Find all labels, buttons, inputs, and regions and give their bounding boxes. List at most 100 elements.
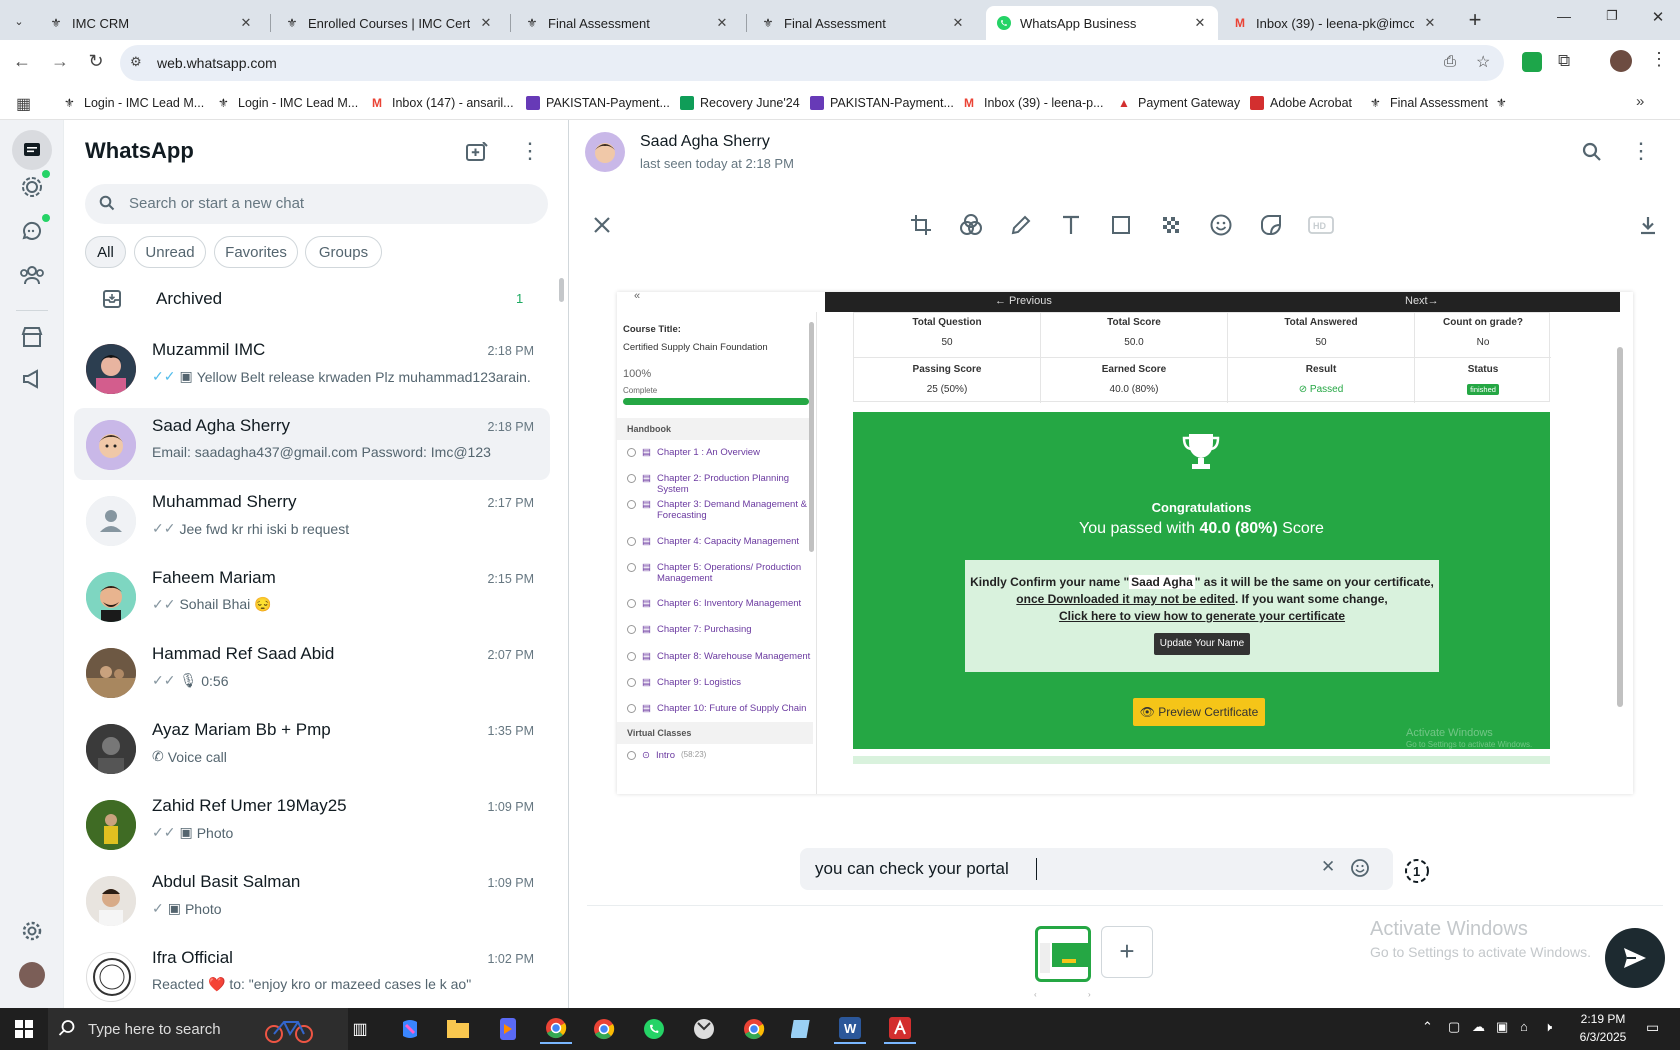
virtual-class-item[interactable]: ⊙ Intro (58:23) — [627, 750, 817, 761]
filter-favorites[interactable]: Favorites — [214, 236, 298, 268]
chapter-item[interactable]: ▤ Chapter 2: Production Planning System — [627, 473, 817, 495]
chapter-item[interactable]: ▤ Chapter 10: Future of Supply Chain — [627, 703, 817, 714]
copilot-icon[interactable] — [394, 1014, 426, 1044]
tab-final-assessment-1[interactable]: ⚜ Final Assessment ✕ — [514, 6, 740, 40]
sidebar-scrollbar[interactable] — [809, 322, 814, 552]
text-tool-icon[interactable] — [1056, 210, 1086, 240]
more-bookmarks-icon[interactable]: » — [1636, 93, 1644, 110]
whatsapp-icon[interactable] — [638, 1014, 670, 1044]
profile-avatar[interactable] — [19, 962, 45, 988]
chapter-item[interactable]: ▤ Chapter 1 : An Overview — [627, 447, 817, 458]
display-icon[interactable]: ▣ — [1496, 1019, 1508, 1035]
tray-chevron-icon[interactable]: ⌃ — [1422, 1019, 1433, 1035]
task-view-icon[interactable]: ▥ — [344, 1014, 376, 1044]
chapter-item[interactable]: ▤ Chapter 7: Purchasing — [627, 624, 817, 635]
next-link[interactable]: Next→ — [1405, 295, 1439, 307]
thumb-scroll-left-icon[interactable]: ‹ — [1034, 990, 1037, 999]
search-icon[interactable] — [1582, 142, 1602, 167]
advertise-megaphone-icon[interactable] — [17, 364, 47, 394]
new-tab-plus-icon[interactable]: + — [1462, 8, 1488, 34]
pencil-draw-icon[interactable] — [1006, 210, 1036, 240]
contact-avatar[interactable] — [585, 132, 625, 172]
channels-icon[interactable] — [17, 214, 50, 246]
send-button[interactable] — [1605, 928, 1665, 988]
tab-imc-crm[interactable]: ⚜ IMC CRM ✕ — [38, 6, 264, 40]
emoji-icon[interactable] — [1206, 210, 1236, 240]
certificate-howto-link[interactable]: Click here to view how to generate your … — [965, 609, 1439, 623]
bookmark-item[interactable]: PAKISTAN-Payment... — [810, 91, 954, 115]
preview-certificate-button[interactable]: 👁 Preview Certificate — [1133, 698, 1265, 726]
tray-icon[interactable]: ▢ — [1448, 1019, 1460, 1035]
bookmark-item[interactable]: ⚜ Login - IMC Lead M... — [64, 91, 204, 115]
menu-kebab-icon[interactable]: ⋮ — [1630, 138, 1652, 164]
settings-gear-icon[interactable] — [17, 916, 47, 946]
minimize-icon[interactable]: — — [1552, 8, 1576, 32]
chapter-item[interactable]: ▤ Chapter 4: Capacity Management — [627, 536, 817, 547]
chat-list-scrollbar[interactable] — [559, 278, 564, 302]
chapter-item[interactable]: ▤ Chapter 3: Demand Management & Forecast… — [627, 499, 817, 521]
sticker-icon[interactable] — [1256, 210, 1286, 240]
address-bar[interactable]: ⚙ web.whatsapp.com ⎙ ☆ — [120, 45, 1504, 81]
profile-avatar-icon[interactable] — [1610, 50, 1632, 72]
notepad-icon[interactable] — [786, 1014, 818, 1044]
collapse-arrow-icon[interactable]: « — [634, 292, 640, 302]
bookmark-item[interactable]: Adobe Acrobat — [1250, 91, 1352, 115]
chrome-icon[interactable] — [588, 1014, 620, 1044]
bookmark-item[interactable]: ⚜ — [1496, 91, 1510, 115]
clear-caption-icon[interactable]: ✕ — [1321, 857, 1335, 877]
filter-circles-icon[interactable] — [956, 210, 986, 240]
forward-icon[interactable]: → — [48, 51, 72, 75]
chat-item-saad-agha-sherry[interactable]: Saad Agha Sherry 2:18 PM Email: saadagha… — [74, 408, 550, 480]
chrome-icon[interactable] — [738, 1014, 770, 1044]
rectangle-shape-icon[interactable] — [1106, 210, 1136, 240]
filter-unread[interactable]: Unread — [134, 236, 206, 268]
taskbar-search-box[interactable]: Type here to search — [48, 1008, 348, 1050]
clock-time[interactable]: 2:19 PM — [1568, 1012, 1638, 1026]
tab-enrolled-courses[interactable]: ⚜ Enrolled Courses | IMC Certificati ✕ — [274, 6, 504, 40]
notifications-icon[interactable]: ▭ — [1646, 1019, 1659, 1036]
chat-item-faheem-mariam[interactable]: Faheem Mariam 2:15 PM ✓✓ Sohail Bhai 😔 — [74, 560, 550, 632]
chat-item-muzammil-imc[interactable]: Muzammil IMC 2:18 PM ✓✓ ▣ Yellow Belt rele… — [74, 332, 550, 404]
chat-item-abdul-basit-salman[interactable]: Abdul Basit Salman 1:09 PM ✓ ▣ Photo — [74, 864, 550, 936]
close-tab-icon[interactable]: ✕ — [714, 15, 730, 31]
caption-input[interactable]: you can check your portal ✕ — [800, 848, 1393, 890]
update-name-button[interactable]: Update Your Name — [1154, 633, 1250, 655]
chapter-item[interactable]: ▤ Chapter 5: Operations/ Production Manag… — [627, 562, 817, 584]
attachment-thumbnail[interactable] — [1035, 926, 1091, 982]
content-scrollbar[interactable] — [1617, 347, 1623, 707]
menu-kebab-icon[interactable]: ⋮ — [519, 138, 541, 164]
thumb-scroll-right-icon[interactable]: › — [1088, 990, 1091, 999]
chat-item-zahid-ref-umer[interactable]: Zahid Ref Umer 19May25 1:09 PM ✓✓ ▣ Photo — [74, 788, 550, 860]
onedrive-icon[interactable]: ☁ — [1472, 1019, 1485, 1035]
windows-start-icon[interactable] — [8, 1014, 40, 1044]
tab-gmail-inbox[interactable]: M Inbox (39) - leena-pk@imccerti ✕ — [1222, 6, 1448, 40]
chat-item-hammad-ref-saad-abid[interactable]: Hammad Ref Saad Abid 2:07 PM ✓✓ 🎙 0:56 — [74, 636, 550, 708]
apps-grid-icon[interactable]: ▦ — [16, 94, 31, 114]
tab-search-icon[interactable]: ⌄ — [8, 10, 30, 32]
chat-item-ifra-official[interactable]: Ifra Official 1:02 PM Reacted ❤️ to: "en… — [74, 940, 550, 1012]
browser-menu-icon[interactable]: ⋮ — [1650, 49, 1668, 70]
extensions-puzzle-icon[interactable]: ⧉ — [1558, 51, 1570, 71]
search-input[interactable]: Search or start a new chat — [85, 184, 548, 224]
clock-date[interactable]: 6/3/2025 — [1568, 1030, 1638, 1044]
app-icon[interactable] — [492, 1014, 524, 1044]
bookmark-item[interactable]: M Inbox (147) - ansaril... — [372, 91, 514, 115]
close-tab-icon[interactable]: ✕ — [1422, 15, 1438, 31]
close-tab-icon[interactable]: ✕ — [478, 15, 494, 31]
chrome-icon[interactable] — [540, 1014, 572, 1044]
view-once-icon[interactable]: 1 — [1404, 858, 1430, 889]
blur-pixelate-icon[interactable] — [1156, 210, 1186, 240]
emoji-icon[interactable] — [1350, 858, 1370, 883]
new-chat-icon[interactable] — [466, 141, 488, 167]
close-tab-icon[interactable]: ✕ — [1192, 15, 1208, 31]
chats-icon[interactable] — [12, 130, 52, 170]
restore-icon[interactable]: ❐ — [1600, 8, 1624, 32]
volume-muted-icon[interactable]: 🕨 — [1544, 1019, 1552, 1035]
bookmark-item[interactable]: ⚜ Final Assessment — [1370, 91, 1488, 115]
bookmark-item[interactable]: ⚜ Login - IMC Lead M... — [218, 91, 358, 115]
catalog-store-icon[interactable] — [17, 322, 47, 352]
close-icon[interactable] — [587, 210, 617, 240]
extension-green-icon[interactable] — [1522, 52, 1542, 72]
chapter-item[interactable]: ▤ Chapter 6: Inventory Management — [627, 598, 817, 609]
acrobat-icon[interactable] — [884, 1014, 916, 1044]
